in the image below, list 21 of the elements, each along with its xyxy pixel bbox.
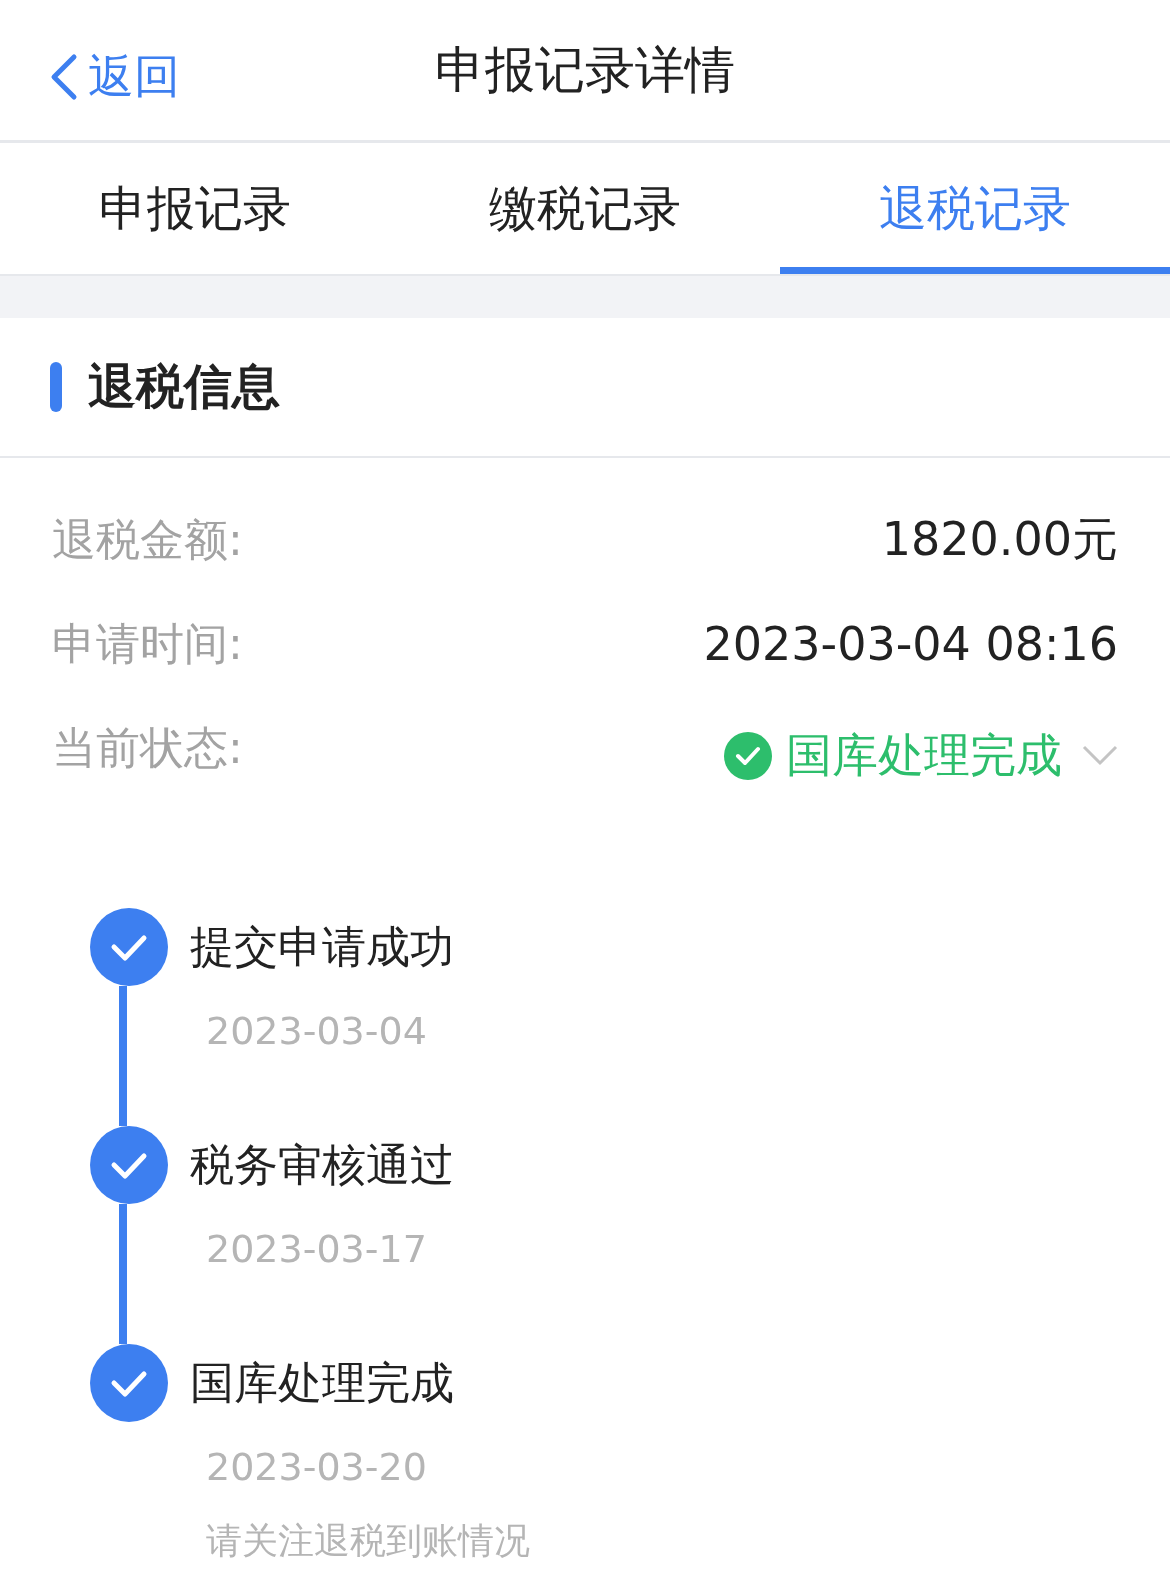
step-title: 税务审核通过 <box>190 1138 454 1192</box>
status-value: 国库处理完成 <box>786 727 1062 784</box>
step-note: 请关注退税到账情况 <box>206 1519 530 1563</box>
chevron-icon[interactable] <box>1082 745 1118 767</box>
field-label: 申请时间: <box>52 616 243 671</box>
field-value: 1820.00元 <box>881 511 1118 568</box>
tab[interactable]: 申报记录 <box>0 143 390 274</box>
page-title: 申报记录详情 <box>435 39 735 101</box>
section-accent-bar <box>50 362 62 412</box>
field-label: 退税金额: <box>52 512 243 567</box>
tab[interactable]: 缴税记录 <box>390 143 780 274</box>
step-date: 2023-03-04 <box>206 1009 428 1053</box>
step-title: 国库处理完成 <box>190 1356 455 1410</box>
back-button[interactable]: 返回 <box>48 46 180 108</box>
step-date: 2023-03-20 <box>206 1445 428 1489</box>
field-value: 2023-03-04 08:16 <box>703 617 1118 671</box>
field-label: 当前状态: <box>52 720 243 775</box>
step-date: 2023-03-17 <box>206 1227 428 1271</box>
step-title: 提交申请成功 <box>190 920 454 974</box>
section-title: 退税信息 <box>88 357 280 416</box>
check-circle-icon <box>724 732 772 780</box>
